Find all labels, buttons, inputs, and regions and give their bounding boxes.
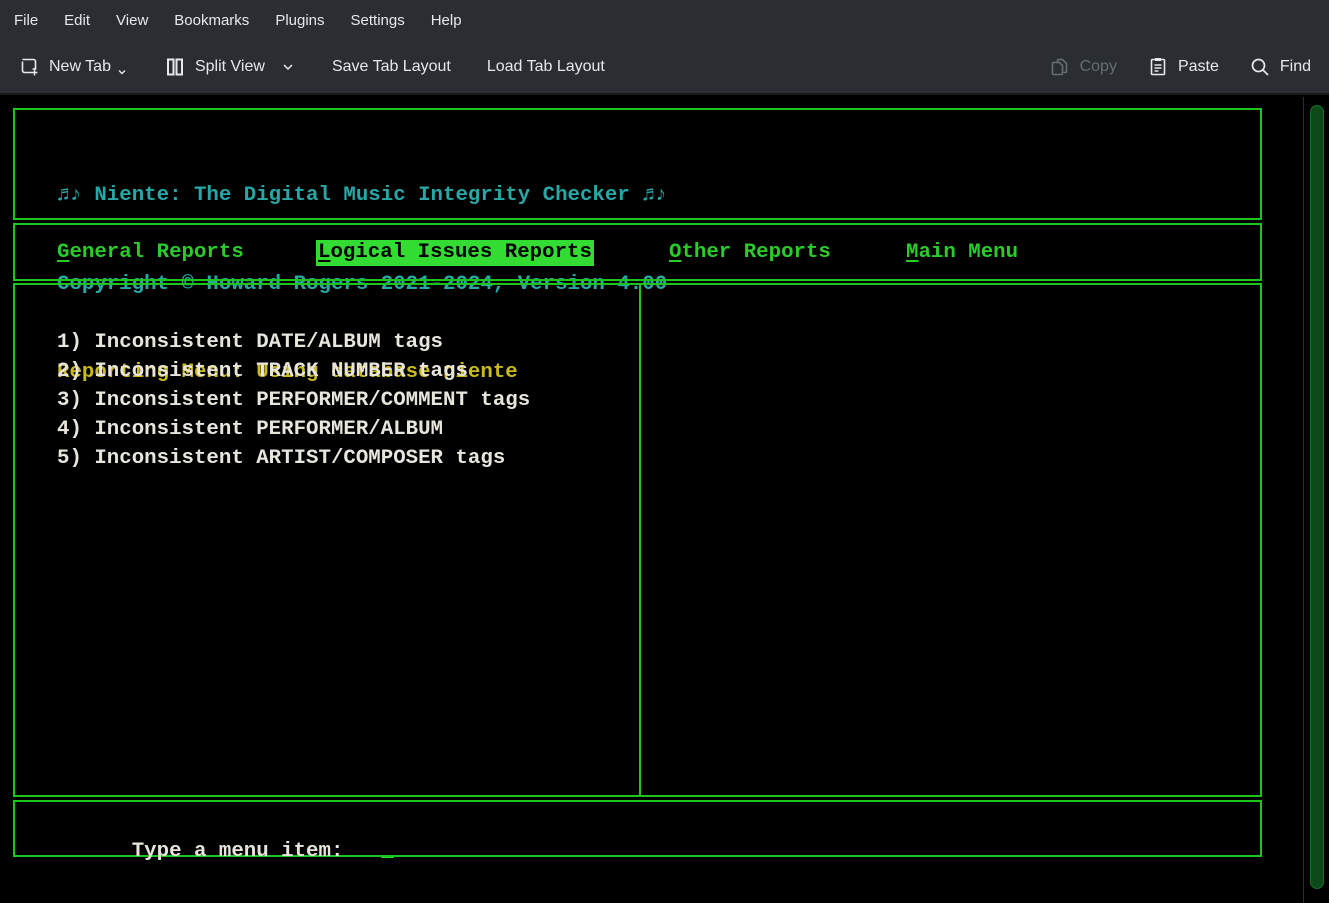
menubar-item-bookmarks[interactable]: Bookmarks [174,12,249,29]
menubar-item-settings[interactable]: Settings [351,12,405,29]
terminal-scrollbar[interactable] [1303,97,1329,903]
reports-tab-bar: General Reports Logical Issues Reports Oth… [13,223,1262,281]
tab-logical-issues-reports[interactable]: Logical Issues Reports [316,240,594,266]
app-title: ♬♪ Niente: The Digital Music Integrity C… [57,181,1260,211]
menubar-item-view[interactable]: View [116,12,148,29]
new-tab-icon [18,56,40,78]
terminal[interactable]: ♬♪ Niente: The Digital Music Integrity C… [0,97,1329,903]
copy-button[interactable]: Copy [1049,56,1117,78]
menubar-item-edit[interactable]: Edit [64,12,90,29]
copy-label: Copy [1080,58,1117,76]
menu-item-1[interactable]: 1) Inconsistent DATE/ALBUM tags [57,328,530,357]
save-tab-layout-button[interactable]: Save Tab Layout [332,58,451,76]
menubar-item-file[interactable]: File [14,12,38,29]
copy-icon [1049,56,1071,78]
new-tab-button[interactable]: New Tab [18,56,128,78]
paste-button[interactable]: Paste [1147,56,1219,78]
split-view-button[interactable]: Split View [164,56,296,78]
terminal-cursor: _ [381,840,393,863]
prompt-label: Type a menu item: [132,840,344,863]
tab-hotkey-letter: G [57,241,69,264]
prompt-box: Type a menu item:_ [13,800,1262,857]
find-label: Find [1280,58,1311,76]
konsole-window: File Edit View Bookmarks Plugins Settings Help… [0,0,1329,903]
load-tab-layout-button[interactable]: Load Tab Layout [487,58,605,76]
paste-icon [1147,56,1169,78]
tab-general-reports[interactable]: General Reports [57,240,244,266]
menu-item-5[interactable]: 5) Inconsistent ARTIST/COMPOSER tags [57,444,530,473]
new-tab-label: New Tab [49,58,111,76]
tab-hotkey-letter: M [906,241,918,264]
terminal-header-box: ♬♪ Niente: The Digital Music Integrity C… [13,108,1262,220]
split-view-icon [164,56,186,78]
menu-item-2[interactable]: 2) Inconsistent TRACK NUMBER tags [57,357,530,386]
menu-item-4[interactable]: 4) Inconsistent PERFORMER/ALBUM [57,415,530,444]
load-tab-layout-label: Load Tab Layout [487,58,605,76]
chevron-down-icon [280,62,296,72]
toolbar: New Tab Split View Save Tab Layout Load … [0,40,1329,95]
tab-other-reports[interactable]: Other Reports [669,240,831,266]
paste-label: Paste [1178,58,1219,76]
search-icon [1249,56,1271,78]
chevron-down-icon [116,68,128,76]
pane-divider [639,285,641,795]
menubar: File Edit View Bookmarks Plugins Settings Help [0,0,1329,40]
scrollbar-thumb[interactable] [1310,105,1324,889]
find-button[interactable]: Find [1249,56,1311,78]
tab-hotkey-letter: O [669,241,681,264]
content-box: 1) Inconsistent DATE/ALBUM tags2) Incons… [13,283,1262,797]
split-view-label: Split View [195,58,265,76]
tab-hotkey-letter: L [318,241,330,264]
menubar-item-plugins[interactable]: Plugins [275,12,324,29]
menu-item-3[interactable]: 3) Inconsistent PERFORMER/COMMENT tags [57,386,530,415]
toolbar-right-group: Copy Paste Find [1019,56,1311,78]
report-menu-list: 1) Inconsistent DATE/ALBUM tags2) Incons… [57,328,530,473]
tab-main-menu[interactable]: Main Menu [906,240,1018,266]
save-tab-layout-label: Save Tab Layout [332,58,451,76]
menubar-item-help[interactable]: Help [431,12,462,29]
